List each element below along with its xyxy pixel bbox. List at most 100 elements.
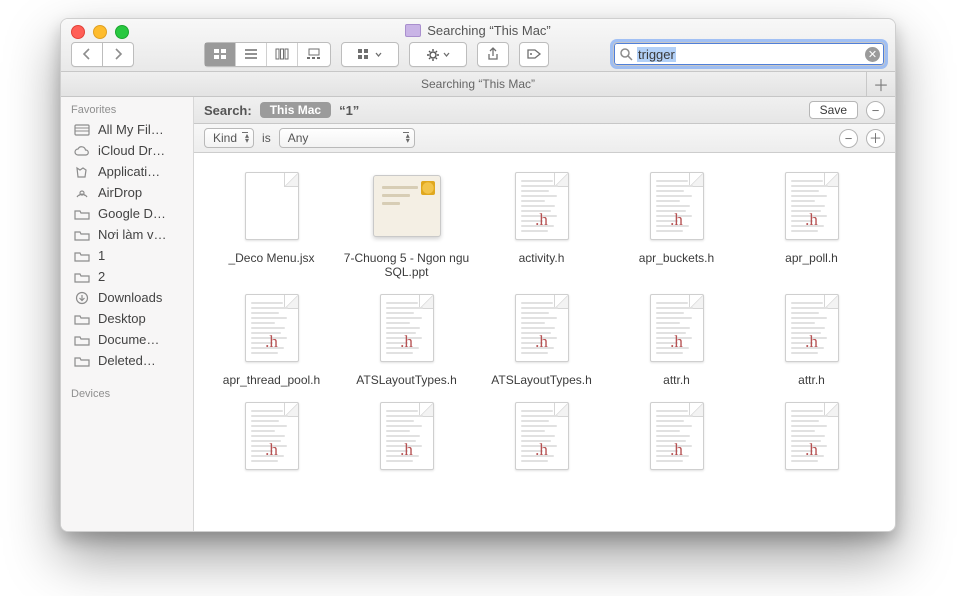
sidebar-item-all-my-files[interactable]: All My Fil…	[61, 119, 193, 140]
sidebar-item-label: All My Fil…	[98, 122, 164, 137]
file-item[interactable]: .h	[339, 397, 474, 481]
folder-icon	[73, 228, 91, 242]
share-button[interactable]	[477, 42, 509, 67]
file-thumbnail-header: .h	[650, 172, 704, 240]
sidebar-section-favorites: Favorites	[61, 97, 193, 119]
sidebar-item-applications[interactable]: Applicati…	[61, 161, 193, 182]
file-name: attr.h	[798, 373, 825, 387]
file-name: apr_poll.h	[785, 251, 838, 265]
smart-folder-icon	[405, 24, 421, 37]
tags-button[interactable]	[519, 42, 549, 67]
downloads-icon	[73, 291, 91, 305]
sidebar-item-folder-2[interactable]: 2	[61, 266, 193, 287]
view-list-button[interactable]	[235, 43, 266, 66]
file-item[interactable]: .h	[204, 397, 339, 481]
file-thumbnail-header: .h	[785, 402, 839, 470]
new-tab-button[interactable]: ＋	[866, 72, 895, 96]
file-name: apr_buckets.h	[639, 251, 714, 265]
file-item[interactable]: .h	[609, 397, 744, 481]
file-item[interactable]: .h apr_buckets.h	[609, 167, 744, 279]
file-item[interactable]: .h	[744, 397, 879, 481]
file-thumbnail-ppt	[373, 175, 441, 237]
file-thumbnail-header: .h	[515, 172, 569, 240]
sidebar-item-label: 1	[98, 248, 105, 263]
file-thumbnail-header: .h	[515, 294, 569, 362]
file-item[interactable]: .hapr_thread_pool.h	[204, 289, 339, 387]
sidebar-item-label: Desktop	[98, 311, 146, 326]
file-thumbnail-header: .h	[785, 172, 839, 240]
titlebar: Searching “This Mac”	[61, 19, 895, 72]
view-gallery-button[interactable]	[297, 43, 330, 66]
search-label: Search:	[204, 103, 252, 118]
file-thumbnail-header: .h	[380, 294, 434, 362]
view-icon-button[interactable]	[205, 43, 235, 66]
sidebar-item-documents[interactable]: Docume…	[61, 329, 193, 350]
view-mode-switcher	[204, 42, 331, 67]
file-thumbnail-generic	[245, 172, 299, 240]
cloud-icon	[73, 144, 91, 158]
add-filter-button[interactable]: ＋	[866, 129, 885, 148]
search-text: trigger	[637, 47, 865, 62]
view-columns-button[interactable]	[266, 43, 297, 66]
save-search-button[interactable]: Save	[809, 101, 858, 119]
finder-window: Searching “This Mac”	[60, 18, 896, 532]
file-item[interactable]: .h apr_poll.h	[744, 167, 879, 279]
applications-icon	[73, 165, 91, 179]
back-button[interactable]	[71, 42, 103, 67]
filter-value-select[interactable]: Any ▴▾	[279, 128, 415, 148]
file-name: attr.h	[663, 373, 690, 387]
folder-icon	[73, 249, 91, 263]
filter-attribute-select[interactable]: Kind ▴▾	[204, 128, 254, 148]
file-thumbnail-header: .h	[245, 402, 299, 470]
file-item[interactable]: _Deco Menu.jsx	[204, 167, 339, 279]
file-item[interactable]: .hactivity.h	[474, 167, 609, 279]
sidebar-item-icloud[interactable]: iCloud Dr…	[61, 140, 193, 161]
sidebar-item-folder-1[interactable]: 1	[61, 245, 193, 266]
file-item[interactable]: .h	[474, 397, 609, 481]
sidebar-item-label: 2	[98, 269, 105, 284]
file-item[interactable]: .h attr.h	[609, 289, 744, 387]
sidebar-item-airdrop[interactable]: AirDrop	[61, 182, 193, 203]
path-bar: Searching “This Mac” ＋	[61, 72, 895, 97]
file-item[interactable]: 7-Chuong 5 - Ngon ngu SQL.ppt	[339, 167, 474, 279]
file-name: apr_thread_pool.h	[223, 373, 320, 387]
sidebar-section-devices: Devices	[61, 381, 193, 403]
scope-this-mac[interactable]: This Mac	[260, 102, 331, 118]
sidebar-item-label: Downloads	[98, 290, 162, 305]
file-grid: _Deco Menu.jsx 7-Chuong 5 - Ngon ngu SQL.…	[194, 153, 895, 532]
scope-current-folder[interactable]: “1”	[339, 103, 359, 118]
sidebar: Favorites All My Fil… iCloud Dr… Applica…	[61, 97, 194, 532]
file-item[interactable]: .hATSLayoutTypes.h	[474, 289, 609, 387]
sidebar-item-downloads[interactable]: Downloads	[61, 287, 193, 308]
sidebar-item-label: AirDrop	[98, 185, 142, 200]
file-thumbnail-header: .h	[650, 294, 704, 362]
arrange-dropdown[interactable]	[341, 42, 399, 67]
remove-criteria-button[interactable]: −	[866, 101, 885, 120]
chevron-down-icon	[443, 52, 450, 57]
sidebar-item-label: Deleted…	[98, 353, 156, 368]
sidebar-item-label: Applicati…	[98, 164, 160, 179]
tag-icon	[526, 48, 542, 60]
file-item[interactable]: .hATSLayoutTypes.h	[339, 289, 474, 387]
sidebar-item-desktop[interactable]: Desktop	[61, 308, 193, 329]
window-title: Searching “This Mac”	[61, 23, 895, 38]
file-thumbnail-header: .h	[650, 402, 704, 470]
action-dropdown[interactable]	[409, 42, 467, 67]
file-thumbnail-header: .h	[380, 402, 434, 470]
main-content: Search: This Mac “1” Save − Kind ▴▾ is A…	[194, 97, 895, 532]
toolbar: trigger ✕	[71, 41, 885, 67]
sidebar-item-google-drive[interactable]: Google D…	[61, 203, 193, 224]
forward-button[interactable]	[103, 42, 134, 67]
path-label: Searching “This Mac”	[421, 77, 535, 91]
sidebar-item-workplace[interactable]: Nơi làm v…	[61, 224, 193, 245]
folder-icon	[73, 333, 91, 347]
folder-icon	[73, 270, 91, 284]
remove-filter-button[interactable]: −	[839, 129, 858, 148]
window-title-text: Searching “This Mac”	[427, 23, 551, 38]
file-name: _Deco Menu.jsx	[228, 251, 314, 265]
file-item[interactable]: .hattr.h	[744, 289, 879, 387]
search-input[interactable]: trigger ✕	[613, 42, 885, 66]
sidebar-item-deleted[interactable]: Deleted…	[61, 350, 193, 371]
file-name: 7-Chuong 5 - Ngon ngu SQL.ppt	[344, 251, 470, 279]
clear-search-button[interactable]: ✕	[865, 47, 880, 62]
